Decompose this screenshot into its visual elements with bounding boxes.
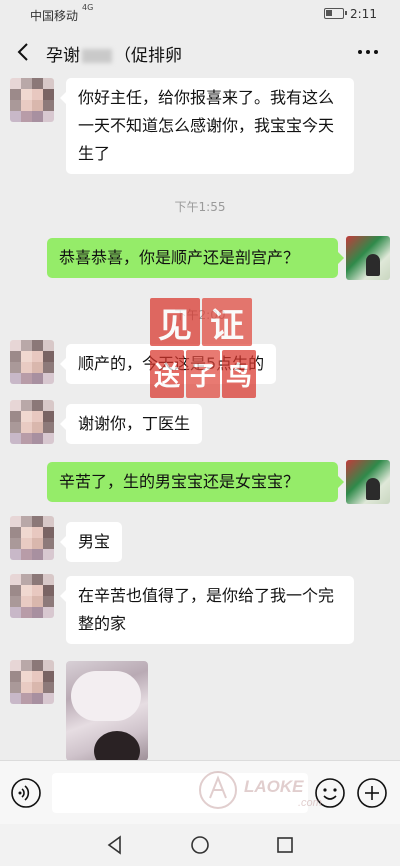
message-bubble-outgoing[interactable]: 辛苦了，生的男宝宝还是女宝宝？ (47, 462, 344, 502)
status-bar: 中国移动 4G 2:11 (0, 0, 400, 28)
battery-icon (324, 8, 347, 19)
nav-back-icon[interactable] (104, 834, 126, 856)
message-bubble-incoming[interactable]: 谢谢你，丁医生 (59, 404, 203, 444)
message-input[interactable] (52, 773, 308, 813)
contact-avatar[interactable] (10, 340, 54, 384)
contact-avatar[interactable] (10, 660, 54, 704)
back-arrow-icon[interactable] (12, 40, 36, 64)
chat-title-suffix: （促排卵 (114, 46, 182, 66)
contact-avatar[interactable] (10, 400, 54, 444)
nav-home-icon[interactable] (189, 834, 211, 856)
system-nav-bar (0, 824, 400, 866)
chat-header: 孕谢 （促排卵 (0, 28, 400, 76)
message-bubble-incoming[interactable]: 你好主任，给你报喜来了。我有这么一天不知道怎么感谢你，我宝宝今天生了 (60, 78, 354, 174)
message-timestamp: 下午2:00 (174, 308, 226, 322)
contact-avatar[interactable] (10, 516, 54, 560)
input-bar (0, 760, 400, 824)
carrier-label: 中国移动 (30, 9, 79, 23)
message-image[interactable] (66, 661, 148, 760)
chat-area[interactable]: 你好主任，给你报喜来了。我有这么一天不知道怎么感谢你，我宝宝今天生了 下午1:5… (0, 76, 400, 760)
message-bubble-outgoing[interactable]: 恭喜恭喜，你是顺产还是剖宫产？ (47, 238, 344, 278)
add-attachment-icon[interactable] (356, 777, 388, 809)
message-bubble-incoming[interactable]: 男宝 (59, 522, 123, 562)
message-bubble-incoming[interactable]: 在辛苦也值得了，是你给了我一个完整的家 (60, 576, 354, 644)
my-avatar[interactable] (346, 460, 390, 504)
blurred-name (82, 49, 112, 63)
message-bubble-incoming[interactable]: 顺产的，今天这是5点生的 (59, 344, 277, 384)
emoji-icon[interactable] (314, 777, 346, 809)
chat-title: 孕谢 （促排卵 (46, 41, 182, 66)
message-timestamp: 下午1:55 (174, 200, 226, 214)
voice-input-icon[interactable] (10, 777, 42, 809)
nav-recents-icon[interactable] (274, 834, 296, 856)
my-avatar[interactable] (346, 236, 390, 280)
clock: 2:11 (350, 7, 377, 21)
contact-avatar[interactable] (10, 574, 54, 618)
network-type: 4G (82, 3, 94, 12)
more-options-icon[interactable] (352, 40, 384, 64)
chat-title-prefix: 孕谢 (46, 46, 80, 66)
contact-avatar[interactable] (10, 78, 54, 122)
